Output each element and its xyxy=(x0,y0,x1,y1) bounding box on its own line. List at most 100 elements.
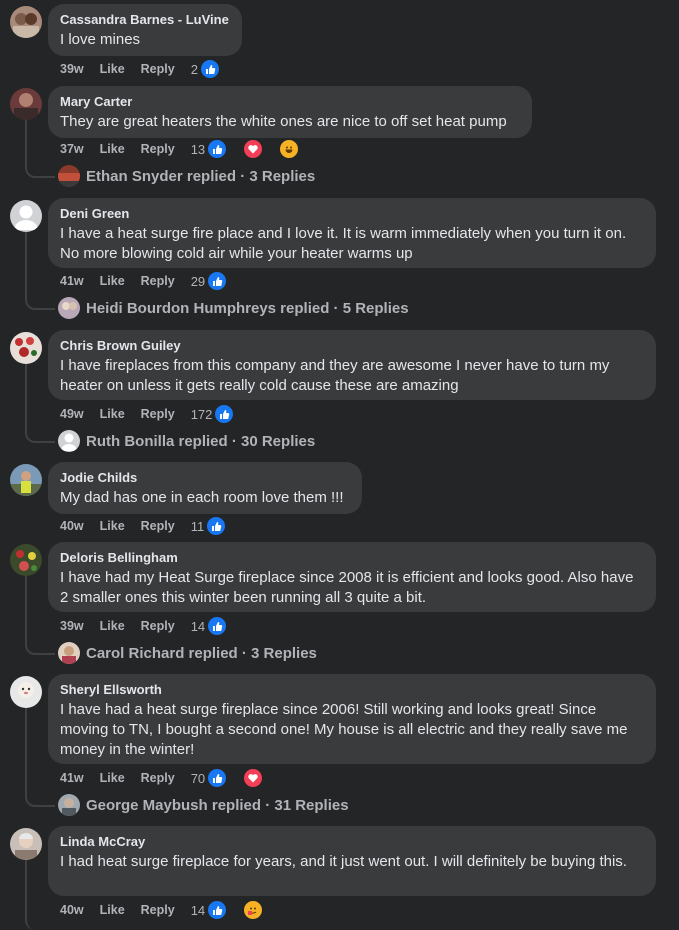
like-reaction-icon xyxy=(207,139,228,159)
comment-text: I have fireplaces from this company and … xyxy=(60,357,610,394)
like-button[interactable]: Like xyxy=(100,407,125,421)
comment-author[interactable]: Deni Green xyxy=(60,206,644,222)
view-replies-link[interactable]: Heidi Bourdon Humphreys replied · 5 Repl… xyxy=(58,296,409,320)
replies-label: Ethan Snyder replied · 3 Replies xyxy=(86,167,316,185)
reaction-summary[interactable]: 11 xyxy=(191,516,243,536)
reaction-count: 14 xyxy=(190,618,206,634)
avatar[interactable] xyxy=(10,332,42,364)
view-replies-link[interactable]: Carol Richard replied · 3 Replies xyxy=(58,641,317,665)
comment-text: I have had a heat surge fireplace since … xyxy=(60,701,628,758)
comment-text: They are great heaters the white ones ar… xyxy=(60,113,507,130)
reaction-count: 172 xyxy=(190,406,213,422)
avatar[interactable] xyxy=(10,6,42,38)
reaction-summary[interactable]: 14 xyxy=(191,900,279,920)
comment-time[interactable]: 40w xyxy=(60,903,84,917)
avatar[interactable] xyxy=(10,200,42,232)
comment-time[interactable]: 39w xyxy=(60,62,84,76)
reaction-summary[interactable]: 172 xyxy=(191,404,251,424)
like-button[interactable]: Like xyxy=(100,62,125,76)
replier-avatar xyxy=(58,794,80,816)
reply-button[interactable]: Reply xyxy=(141,62,175,76)
reply-button[interactable]: Reply xyxy=(141,142,175,156)
comment-bubble: Sheryl Ellsworth I have had a heat surge… xyxy=(48,674,656,764)
comment-author[interactable]: Deloris Bellingham xyxy=(60,550,644,566)
avatar[interactable] xyxy=(10,464,42,496)
like-reaction-icon xyxy=(206,516,227,536)
comment-bubble: Mary Carter They are great heaters the w… xyxy=(48,86,532,138)
reaction-count: 14 xyxy=(190,902,206,918)
like-button[interactable]: Like xyxy=(100,619,125,633)
comment-actions: 40w Like Reply 11 xyxy=(60,516,243,536)
comment-author[interactable]: Cassandra Barnes - LuVine xyxy=(60,12,230,28)
reaction-count: 70 xyxy=(190,770,206,786)
like-button[interactable]: Like xyxy=(100,771,125,785)
comment-author[interactable]: Jodie Childs xyxy=(60,470,350,486)
reaction-summary[interactable]: 2 xyxy=(191,59,236,79)
reaction-count: 13 xyxy=(190,141,206,157)
avatar[interactable] xyxy=(10,676,42,708)
comment-actions: 49w Like Reply 172 xyxy=(60,404,251,424)
comment-author[interactable]: Chris Brown Guiley xyxy=(60,338,644,354)
reply-button[interactable]: Reply xyxy=(141,274,175,288)
like-button[interactable]: Like xyxy=(100,142,125,156)
comment-actions: 39w Like Reply 2 xyxy=(60,59,236,79)
reaction-summary[interactable]: 14 xyxy=(191,616,243,636)
comment-bubble: Deni Green I have a heat surge fire plac… xyxy=(48,198,656,268)
view-replies-link[interactable]: Ethan Snyder replied · 3 Replies xyxy=(58,164,315,188)
comment-time[interactable]: 41w xyxy=(60,274,84,288)
reaction-summary[interactable]: 29 xyxy=(191,271,243,291)
reply-button[interactable]: Reply xyxy=(141,407,175,421)
comment-actions: 41w Like Reply 70 xyxy=(60,768,279,788)
reply-button[interactable]: Reply xyxy=(141,771,175,785)
like-button[interactable]: Like xyxy=(100,903,125,917)
reply-button[interactable]: Reply xyxy=(141,903,175,917)
comment-actions: 39w Like Reply 14 xyxy=(60,616,243,636)
comment-author[interactable]: Mary Carter xyxy=(60,94,520,110)
avatar[interactable] xyxy=(10,828,42,860)
reaction-summary[interactable]: 13 xyxy=(191,139,315,159)
comment-text: My dad has one in each room love them !!… xyxy=(60,489,344,506)
replies-label: Ruth Bonilla replied · 30 Replies xyxy=(86,432,316,450)
replier-avatar xyxy=(58,165,80,187)
comment-author[interactable]: Linda McCray xyxy=(60,834,644,850)
view-replies-link[interactable]: Ruth Bonilla replied · 30 Replies xyxy=(58,429,315,453)
thread-connector xyxy=(25,576,55,655)
comment-author[interactable]: Sheryl Ellsworth xyxy=(60,682,644,698)
reaction-count: 2 xyxy=(190,61,198,77)
love-reaction-icon xyxy=(243,768,264,788)
reply-button[interactable]: Reply xyxy=(141,619,175,633)
comment-actions: 37w Like Reply 13 xyxy=(60,139,315,159)
like-button[interactable]: Like xyxy=(100,274,125,288)
comment-bubble: Linda McCray I had heat surge fireplace … xyxy=(48,826,656,896)
avatar[interactable] xyxy=(10,544,42,576)
thread-connector xyxy=(25,860,55,930)
comment-bubble: Jodie Childs My dad has one in each room… xyxy=(48,462,362,514)
care-reaction-icon xyxy=(243,900,264,920)
replies-label: George Maybush replied · 31 Replies xyxy=(86,796,349,814)
like-reaction-icon xyxy=(199,59,220,79)
like-reaction-icon xyxy=(207,900,228,920)
like-button[interactable]: Like xyxy=(100,519,125,533)
reply-button[interactable]: Reply xyxy=(141,519,175,533)
comment-text: I have a heat surge fire place and I lov… xyxy=(60,225,627,262)
replier-avatar xyxy=(58,642,80,664)
thread-connector xyxy=(25,120,55,178)
replies-label: Carol Richard replied · 3 Replies xyxy=(86,644,317,662)
comment-time[interactable]: 37w xyxy=(60,142,84,156)
comment-time[interactable]: 41w xyxy=(60,771,84,785)
replier-avatar xyxy=(58,430,80,452)
comment-time[interactable]: 49w xyxy=(60,407,84,421)
replier-avatar xyxy=(58,297,80,319)
thread-connector xyxy=(25,708,55,807)
avatar[interactable] xyxy=(10,88,42,120)
comment-bubble: Chris Brown Guiley I have fireplaces fro… xyxy=(48,330,656,400)
comment-text: I love mines xyxy=(60,31,141,48)
comment-time[interactable]: 40w xyxy=(60,519,84,533)
like-reaction-icon xyxy=(207,271,228,291)
like-reaction-icon xyxy=(207,768,228,788)
reaction-summary[interactable]: 70 xyxy=(191,768,279,788)
comment-time[interactable]: 39w xyxy=(60,619,84,633)
view-replies-link[interactable]: George Maybush replied · 31 Replies xyxy=(58,793,349,817)
replies-label: Heidi Bourdon Humphreys replied · 5 Repl… xyxy=(86,299,409,317)
reaction-count: 11 xyxy=(190,518,205,534)
